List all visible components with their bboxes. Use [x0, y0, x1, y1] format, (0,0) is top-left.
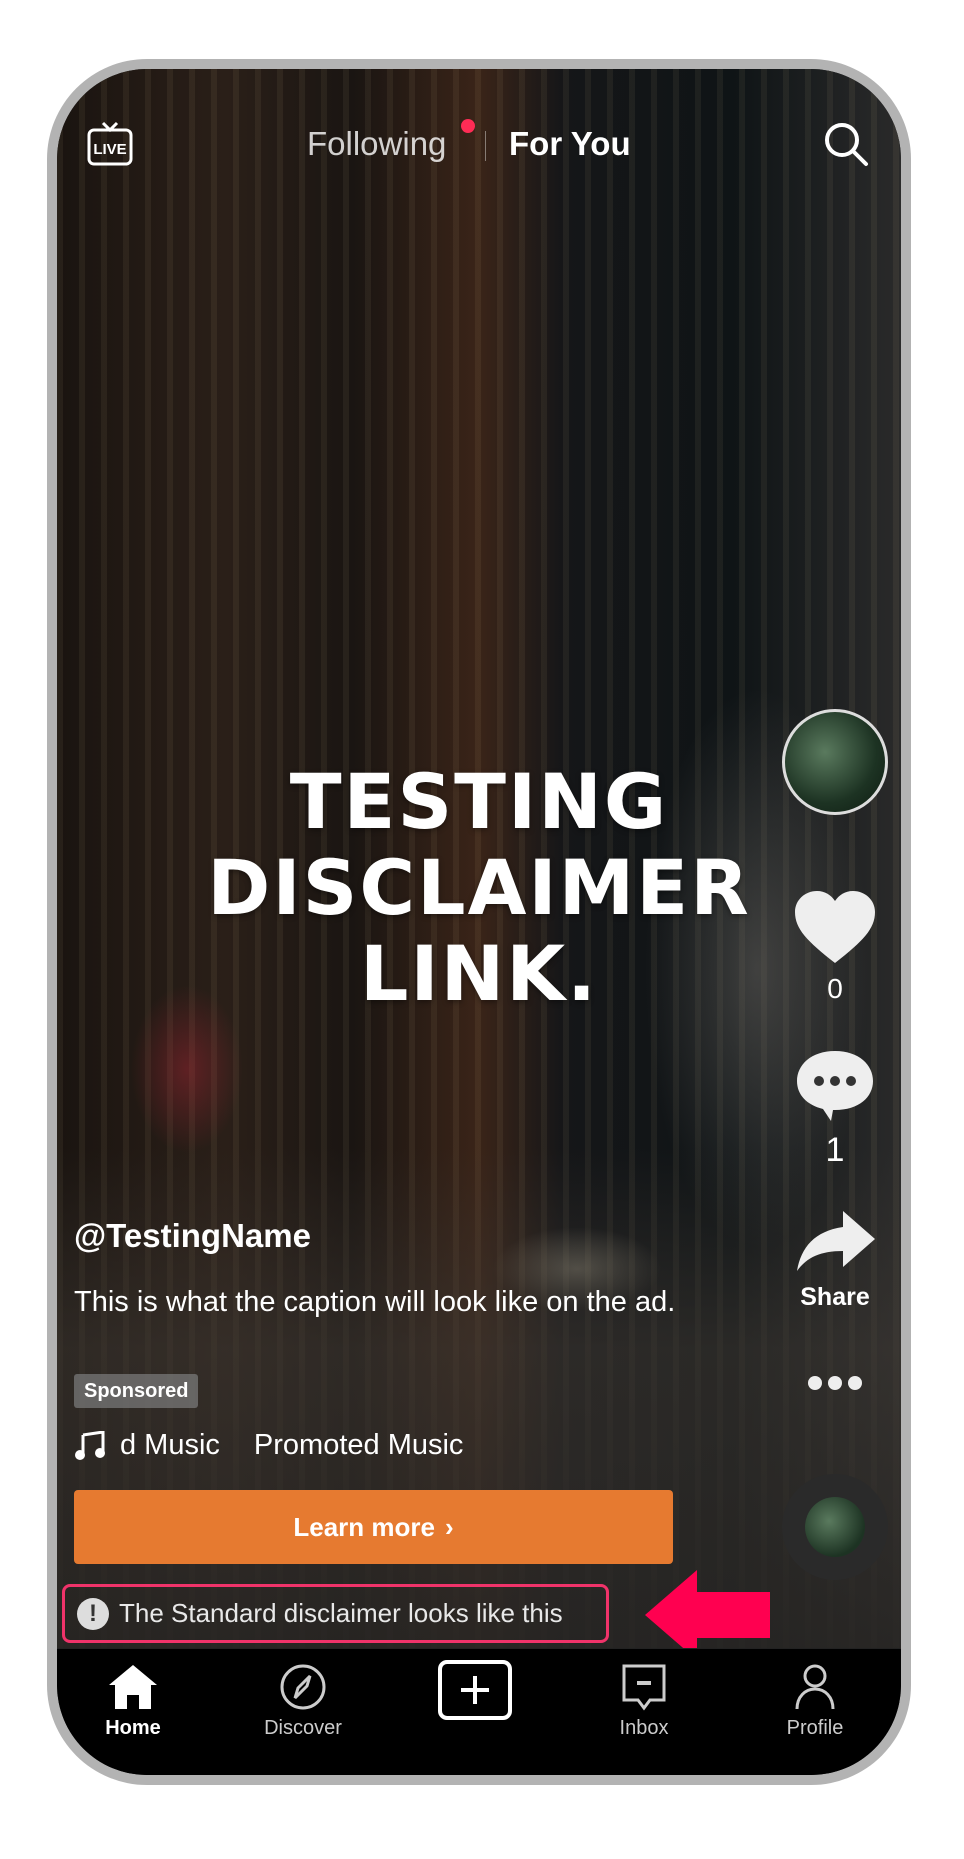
comment-count: 1	[825, 1131, 845, 1169]
share-icon[interactable]	[787, 1205, 883, 1275]
tab-following[interactable]: Following	[307, 125, 446, 163]
live-label: LIVE	[93, 141, 126, 158]
nav-label: Inbox	[619, 1717, 669, 1739]
sponsored-badge: Sponsored	[74, 1374, 199, 1408]
music-note-icon	[75, 1430, 105, 1460]
nav-inbox[interactable]: Inbox	[584, 1663, 704, 1740]
nav-label: Profile	[786, 1717, 844, 1739]
music-ticker[interactable]: d Music Promoted Music	[74, 1429, 463, 1462]
username[interactable]: @TestingName	[74, 1217, 311, 1255]
profile-icon	[795, 1664, 835, 1710]
disclaimer[interactable]: ! The Standard disclaimer looks like thi…	[62, 1584, 609, 1643]
tab-divider	[485, 131, 486, 161]
tab-for-you[interactable]: For You	[509, 125, 631, 163]
comment-icon[interactable]	[787, 1045, 883, 1125]
phone-frame: LIVE Following For You TESTING DISCLAIME…	[47, 59, 911, 1785]
inbox-icon	[622, 1664, 666, 1711]
top-header: LIVE Following For You	[57, 119, 901, 179]
phone-screen: LIVE Following For You TESTING DISCLAIME…	[57, 69, 901, 1775]
video-overlay-text: TESTING DISCLAIMER LINK.	[57, 759, 901, 1017]
nav-profile[interactable]: Profile	[755, 1663, 875, 1740]
plus-icon	[438, 1660, 512, 1720]
learn-more-button[interactable]: Learn more ›	[74, 1490, 673, 1564]
creator-avatar[interactable]	[782, 709, 888, 815]
disclaimer-text: The Standard disclaimer looks like this	[119, 1598, 563, 1628]
music-disc[interactable]	[782, 1474, 888, 1580]
compass-icon	[280, 1664, 326, 1710]
music-title: d Music	[120, 1429, 220, 1461]
highlight-arrow-icon	[645, 1570, 770, 1660]
home-icon	[109, 1665, 157, 1709]
overlay-line: LINK.	[359, 929, 599, 1018]
nav-home[interactable]: Home	[73, 1663, 193, 1740]
nav-label: Discover	[264, 1717, 342, 1739]
learn-more-label: Learn more	[293, 1511, 435, 1542]
create-button[interactable]	[415, 1659, 535, 1727]
search-icon[interactable]	[821, 119, 871, 169]
warning-icon: !	[77, 1597, 109, 1630]
music-title: Promoted Music	[253, 1429, 464, 1461]
nav-discover[interactable]: Discover	[243, 1663, 363, 1740]
nav-label: Home	[105, 1717, 161, 1739]
more-options-icon[interactable]	[787, 1373, 883, 1393]
like-count: 0	[827, 973, 843, 1004]
bottom-nav: Home Discover Inbox Profile	[57, 1648, 901, 1775]
overlay-line: DISCLAIMER	[207, 843, 751, 932]
share-label: Share	[800, 1283, 870, 1311]
chevron-right-icon: ›	[444, 1511, 454, 1542]
live-tv-icon[interactable]: LIVE	[85, 119, 135, 169]
caption: This is what the caption will look like …	[74, 1286, 676, 1318]
overlay-line: TESTING	[289, 757, 669, 846]
notification-dot	[461, 119, 475, 133]
heart-icon[interactable]	[787, 887, 883, 967]
